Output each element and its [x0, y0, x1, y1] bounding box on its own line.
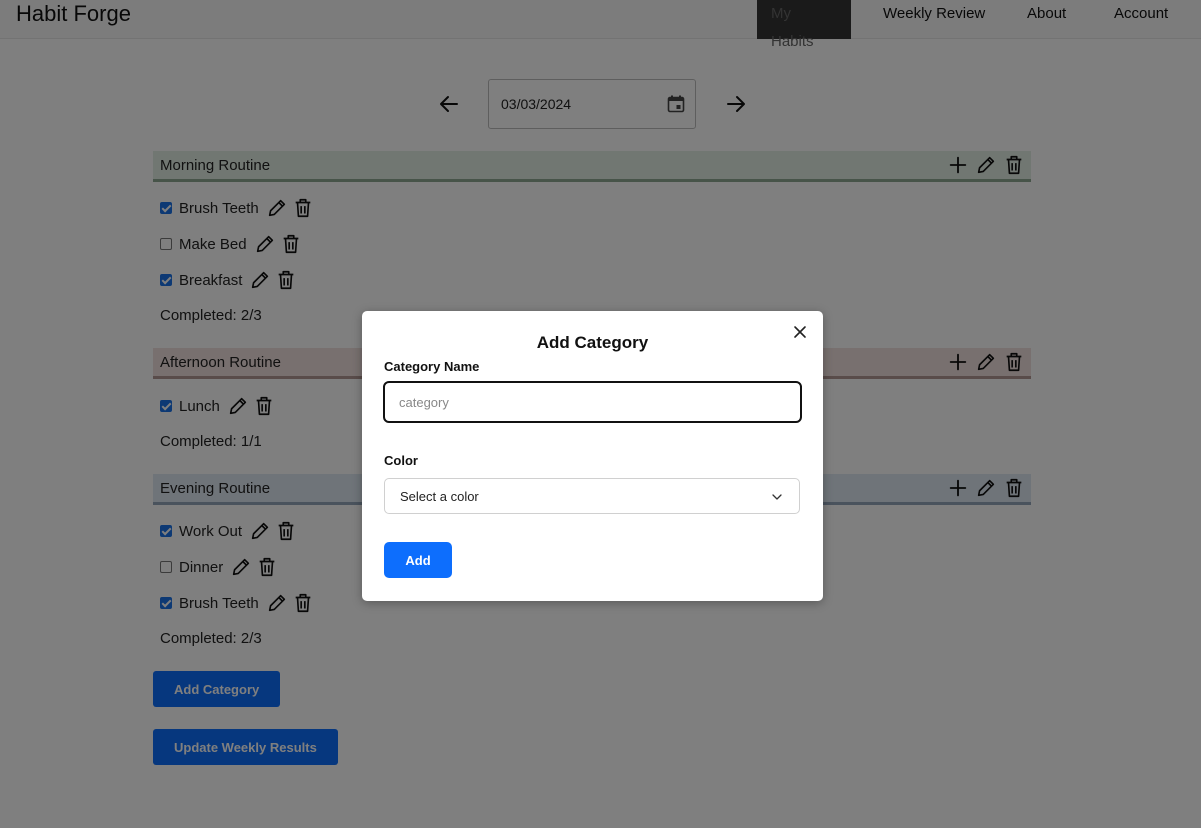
close-icon[interactable]	[793, 325, 807, 339]
category-name-input[interactable]	[383, 381, 802, 423]
modal-title: Add Category	[536, 333, 649, 352]
category-name-label: Category Name	[384, 359, 480, 374]
add-button[interactable]: Add	[384, 542, 452, 578]
chevron-down-icon	[772, 494, 782, 500]
color-select[interactable]: Select a color	[384, 478, 800, 514]
color-select-value: Select a color	[400, 489, 479, 504]
add-category-modal: Add Category Category Name Color Select …	[362, 311, 823, 601]
color-label: Color	[384, 453, 418, 468]
